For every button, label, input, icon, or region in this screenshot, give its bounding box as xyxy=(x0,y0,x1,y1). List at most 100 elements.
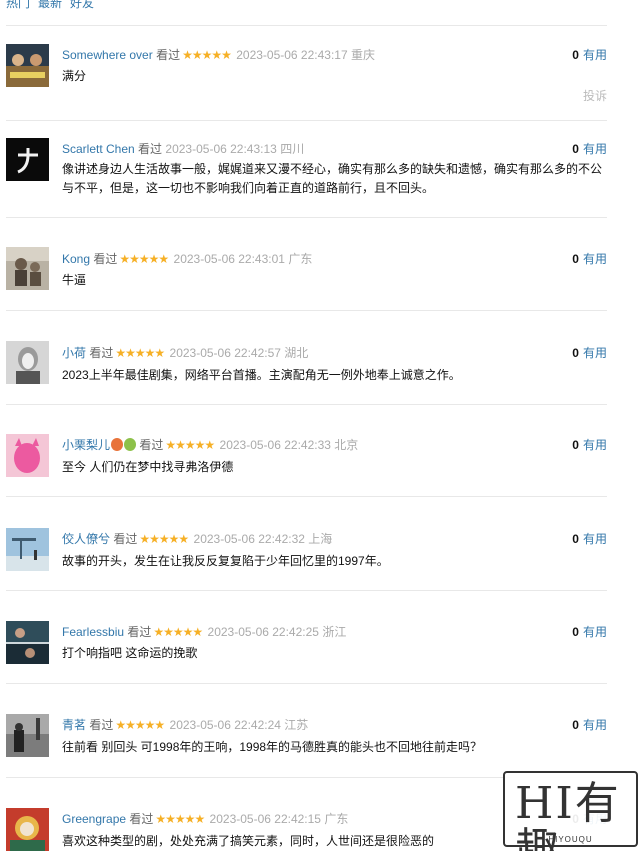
comment-meta: 佼人僚兮 看过 ★★★★★ 2023-05-06 22:42:32 上海 xyxy=(62,530,332,547)
watch-status: 看过 xyxy=(138,142,163,156)
comment-item: Somewhere over 看过 ★★★★★ 2023-05-06 22:43:… xyxy=(6,25,607,120)
comment-user-link[interactable]: Scarlett Chen xyxy=(62,142,135,156)
vote-count: 0 xyxy=(572,48,579,62)
avatar-image xyxy=(6,44,49,87)
comment-item: 小栗梨儿 看过 ★★★★★ 2023-05-06 22:42:33 北京 0 有用 … xyxy=(6,404,607,496)
watch-status: 看过 xyxy=(127,625,152,639)
useful-vote[interactable]: 0 有用 xyxy=(572,344,607,361)
useful-button[interactable]: 有用 xyxy=(583,625,607,639)
rating-stars: ★★★★★ xyxy=(165,438,215,452)
comment-location: 浙江 xyxy=(322,625,347,639)
useful-vote[interactable]: 0 有用 xyxy=(572,530,607,547)
comment-text: 2023上半年最佳剧集，网络平台首播。主演配角无一例外地奉上诚意之作。 xyxy=(62,368,461,382)
comment-text: 像讲述身边人生活故事一般，娓娓道来又漫不经心，确实有那么多的缺失和遗憾，确实有那… xyxy=(62,162,603,195)
rating-stars: ★★★★★ xyxy=(115,346,165,360)
comment-time: 2023-05-06 22:43:01 xyxy=(173,252,285,266)
useful-vote[interactable]: 0 有用 xyxy=(572,436,607,453)
useful-button[interactable]: 有用 xyxy=(583,718,607,732)
comment-location: 重庆 xyxy=(351,48,376,62)
comment-text: 往前看 别回头 可1998年的王响，1998年的马德胜真的能头也不回地往前走吗？ xyxy=(62,740,483,754)
tab-hot[interactable]: 热门 xyxy=(6,0,30,10)
comment-location: 湖北 xyxy=(284,346,309,360)
avatar[interactable] xyxy=(6,434,49,477)
comment-time: 2023-05-06 22:43:13 xyxy=(165,142,277,156)
avatar-image xyxy=(6,434,49,477)
comment-user-link[interactable]: Somewhere over xyxy=(62,48,153,62)
vote-count: 0 xyxy=(572,142,579,156)
orange-emoji-icon xyxy=(111,438,124,451)
avatar[interactable] xyxy=(6,621,49,664)
comment-location: 广东 xyxy=(324,812,349,826)
useful-button[interactable]: 有用 xyxy=(583,48,607,62)
comment-time: 2023-05-06 22:42:15 xyxy=(209,812,321,826)
watch-status: 看过 xyxy=(156,48,181,62)
useful-vote[interactable]: 0 有用 xyxy=(572,623,607,640)
rating-stars: ★★★★★ xyxy=(155,812,205,826)
comment-text: 牛逼 xyxy=(62,273,87,287)
useful-button[interactable]: 有用 xyxy=(583,438,607,452)
avatar[interactable] xyxy=(6,341,49,384)
rating-stars: ★★★★★ xyxy=(139,532,189,546)
avatar-image xyxy=(6,247,49,290)
useful-button[interactable]: 有用 xyxy=(583,252,607,266)
watch-status: 看过 xyxy=(89,346,114,360)
useful-vote[interactable]: 0 有用 xyxy=(572,716,607,733)
comment-user-link[interactable]: 佼人僚兮 xyxy=(62,532,110,546)
useful-button[interactable]: 有用 xyxy=(583,142,607,156)
vote-count: 0 xyxy=(572,532,579,546)
comment-item: Fearlessbiu 看过 ★★★★★ 2023-05-06 22:42:25 … xyxy=(6,590,607,683)
watch-status: 看过 xyxy=(89,718,114,732)
comment-text: 满分 xyxy=(62,69,87,83)
pear-emoji-icon xyxy=(124,438,137,451)
rating-stars: ★★★★★ xyxy=(153,625,203,639)
comment-meta: Scarlett Chen 看过 2023-05-06 22:43:13 四川 xyxy=(62,140,304,157)
avatar[interactable] xyxy=(6,138,49,181)
useful-vote[interactable]: 0 有用 xyxy=(572,140,607,157)
watermark-subtitle: HIYOUQU xyxy=(548,835,593,844)
comment-user-link[interactable]: 小荷 xyxy=(62,346,86,360)
report-link[interactable]: 投诉 xyxy=(583,87,607,104)
comment-user-link[interactable]: Fearlessbiu xyxy=(62,625,124,639)
useful-vote[interactable]: 0 有用 xyxy=(572,46,607,63)
comment-meta: Somewhere over 看过 ★★★★★ 2023-05-06 22:43:… xyxy=(62,46,375,63)
vote-count: 0 xyxy=(572,718,579,732)
comment-item: Kong 看过 ★★★★★ 2023-05-06 22:43:01 广东 0 有用 … xyxy=(6,217,607,310)
vote-count: 0 xyxy=(572,252,579,266)
comment-time: 2023-05-06 22:42:32 xyxy=(193,532,305,546)
comment-time: 2023-05-06 22:42:25 xyxy=(207,625,319,639)
avatar[interactable] xyxy=(6,44,49,87)
comment-item: 佼人僚兮 看过 ★★★★★ 2023-05-06 22:42:32 上海 0 有用 … xyxy=(6,496,607,590)
vote-count: 0 xyxy=(572,346,579,360)
comment-meta: 小栗梨儿 看过 ★★★★★ 2023-05-06 22:42:33 北京 xyxy=(62,436,358,453)
comment-location: 广东 xyxy=(288,252,313,266)
tab-latest[interactable]: 最新 xyxy=(38,0,62,10)
comment-time: 2023-05-06 22:42:57 xyxy=(169,346,281,360)
comment-meta: Kong 看过 ★★★★★ 2023-05-06 22:43:01 广东 xyxy=(62,250,312,267)
tab-friends[interactable]: 好友 xyxy=(70,0,94,10)
watermark-logo: HI有趣 HIYOUQU xyxy=(503,771,638,851)
comment-time: 2023-05-06 22:42:24 xyxy=(169,718,281,732)
useful-button[interactable]: 有用 xyxy=(583,346,607,360)
watch-status: 看过 xyxy=(129,812,154,826)
avatar-image xyxy=(6,341,49,384)
avatar-image xyxy=(6,714,49,757)
avatar[interactable] xyxy=(6,247,49,290)
avatar-image xyxy=(6,621,49,664)
avatar[interactable] xyxy=(6,528,49,571)
comment-location: 四川 xyxy=(280,142,305,156)
comment-text: 故事的开头，发生在让我反反复复陷于少年回忆里的1997年。 xyxy=(62,554,389,568)
comment-user-link[interactable]: 小栗梨儿 xyxy=(62,438,110,452)
comment-user-link[interactable]: Greengrape xyxy=(62,812,126,826)
comment-text: 至今 人们仍在梦中找寻弗洛伊德 xyxy=(62,460,234,474)
avatar[interactable] xyxy=(6,808,49,851)
avatar[interactable] xyxy=(6,714,49,757)
comment-meta: 小荷 看过 ★★★★★ 2023-05-06 22:42:57 湖北 xyxy=(62,344,308,361)
comment-user-link[interactable]: Kong xyxy=(62,252,90,266)
avatar-image xyxy=(6,138,49,181)
comment-item: Scarlett Chen 看过 2023-05-06 22:43:13 四川 … xyxy=(6,120,607,217)
rating-stars: ★★★★★ xyxy=(115,718,165,732)
useful-button[interactable]: 有用 xyxy=(583,532,607,546)
useful-vote[interactable]: 0 有用 xyxy=(572,250,607,267)
comment-user-link[interactable]: 青茗 xyxy=(62,718,86,732)
comment-meta: 青茗 看过 ★★★★★ 2023-05-06 22:42:24 江苏 xyxy=(62,716,308,733)
